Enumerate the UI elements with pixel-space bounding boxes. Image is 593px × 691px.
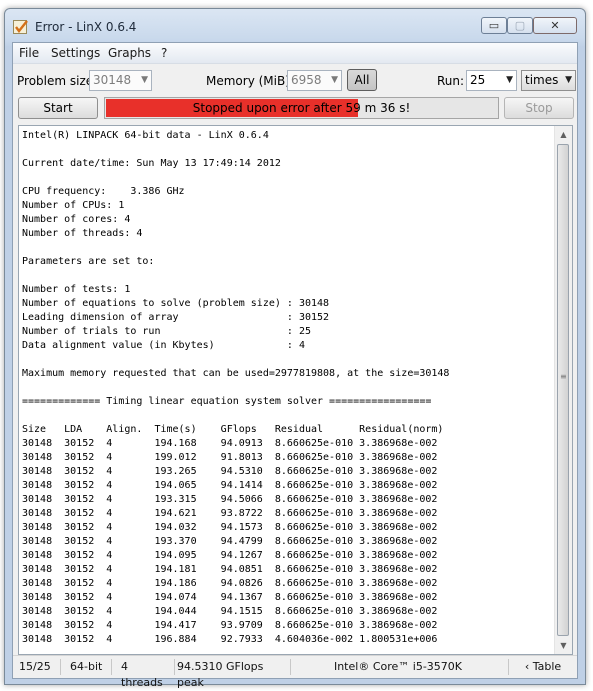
run-unit-value: times <box>525 73 559 87</box>
run-label: Run: <box>437 74 465 88</box>
problem-size-value: 30148 <box>93 73 132 87</box>
memory-combo[interactable]: 6958 ▼ <box>287 70 342 91</box>
log-output[interactable]: Intel(R) LINPACK 64-bit data - LinX 0.6.… <box>18 125 573 655</box>
client-area: File Settings Graphs ? Problem size: 301… <box>12 42 578 689</box>
minimize-button[interactable]: ▭ <box>481 17 507 34</box>
status-threads: 4 threads <box>121 659 175 689</box>
menu-settings[interactable]: Settings <box>51 46 100 60</box>
memory-value: 6958 <box>291 73 322 87</box>
app-checkbox-icon <box>13 20 28 34</box>
memory-label: Memory (MiB): <box>206 74 294 88</box>
close-button[interactable]: ✕ <box>533 17 577 34</box>
maximize-button[interactable]: ▢ <box>507 17 533 34</box>
start-button[interactable]: Start <box>18 97 98 119</box>
run-count-combo[interactable]: 25 ▼ <box>466 70 517 91</box>
all-memory-button[interactable]: All <box>347 69 377 91</box>
log-text: Intel(R) LINPACK 64-bit data - LinX 0.6.… <box>22 130 450 645</box>
stop-button[interactable]: Stop <box>504 97 574 119</box>
status-progress: 15/25 <box>19 659 61 675</box>
scroll-up-icon[interactable]: ▲ <box>555 126 572 143</box>
run-count-value: 25 <box>470 73 486 87</box>
run-unit-combo[interactable]: times ▼ <box>521 70 576 91</box>
chevron-down-icon: ▼ <box>565 75 572 85</box>
menu-file[interactable]: File <box>19 46 39 60</box>
menu-bar: File Settings Graphs ? <box>13 43 577 64</box>
chevron-down-icon: ▼ <box>506 75 513 85</box>
progress-bar: Stopped upon error after 59 m 36 s! <box>104 97 499 119</box>
menu-help[interactable]: ? <box>161 46 167 60</box>
progress-status-text: Stopped upon error after 59 m 36 s! <box>192 101 411 115</box>
menu-graphs[interactable]: Graphs <box>108 46 151 60</box>
problem-size-combo[interactable]: 30148 ▼ <box>89 70 152 91</box>
scroll-down-icon[interactable]: ▼ <box>555 637 572 654</box>
status-peak: 94.5310 GFlops peak <box>177 659 291 689</box>
app-window: Error - LinX 0.6.4 ▭ ▢ ✕ File Settings G… <box>4 8 586 689</box>
title-bar[interactable]: Error - LinX 0.6.4 ▭ ▢ ✕ <box>5 9 585 43</box>
window-title: Error - LinX 0.6.4 <box>35 20 137 34</box>
status-bar: 15/25 64-bit 4 threads 94.5310 GFlops pe… <box>13 655 577 689</box>
table-toggle-button[interactable]: ‹ Table <box>518 659 573 675</box>
status-cpu: Intel® Core™ i5-3570K <box>293 659 509 675</box>
problem-size-label: Problem size: <box>17 74 98 88</box>
chevron-down-icon: ▼ <box>141 75 148 85</box>
scroll-thumb[interactable]: ≡ <box>557 144 569 636</box>
grip-icon: ≡ <box>560 372 567 381</box>
status-bits: 64-bit <box>70 659 112 675</box>
chevron-down-icon: ▼ <box>331 75 338 85</box>
vertical-scrollbar[interactable]: ▲ ≡ ▼ <box>554 126 572 654</box>
